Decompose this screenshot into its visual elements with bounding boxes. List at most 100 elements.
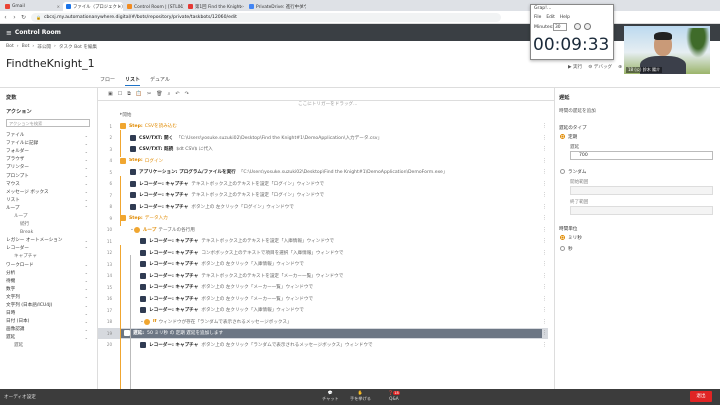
save-icon[interactable]: ▣ xyxy=(108,91,113,97)
action-group-item[interactable]: 画像認識 ⌄ xyxy=(6,325,92,333)
action-group-item[interactable]: ワークロード ⌄ xyxy=(6,261,92,269)
minutes-input[interactable]: 30 xyxy=(553,23,567,31)
cut-icon[interactable]: ✂ xyxy=(147,91,151,97)
action-group-item[interactable]: プロンプト ⌄ xyxy=(6,171,92,179)
action-row[interactable]: 17 レコーダー: キャプチャ ボタン上の 左クリック「入庫情報」ウィンドウで ⋮ xyxy=(98,305,548,317)
redo-icon[interactable]: ↷ xyxy=(185,91,189,97)
delay-input[interactable]: 700 xyxy=(570,151,713,160)
action-row[interactable]: 7 レコーダー: キャプチャ テキストボックス上のテキストを設定「ログイン」ウィンド… xyxy=(98,190,548,202)
action-group-item[interactable]: 分析 ⌄ xyxy=(6,269,92,277)
action-group-item[interactable]: ループ ⌃ xyxy=(6,204,92,212)
action-row[interactable]: 12 レコーダー: キャプチャ コンボボックス上のテキストで項目を選択「入庫情報」ウ… xyxy=(98,247,548,259)
action-group-item[interactable]: プリンター ⌄ xyxy=(6,163,92,171)
action-row[interactable]: 1 Step: CSVを読み込む ⋮ xyxy=(98,121,548,133)
delete-icon[interactable]: 🗑 xyxy=(156,91,162,97)
action-row[interactable]: 4 Step: ログイン ⋮ xyxy=(98,155,548,167)
action-row[interactable]: 15 レコーダー: キャプチャ ボタン上の 左クリック「メーカー一覧」ウィンドウで ⋮ xyxy=(98,282,548,294)
action-group-item[interactable]: マウス ⌄ xyxy=(6,180,92,188)
action-group-item[interactable]: 遅延 ⌄ xyxy=(6,333,92,341)
breadcrumb-item[interactable]: Bot xyxy=(6,44,14,50)
action-row[interactable]: 10 ⌄ ループ テーブルの各行用 ⋮ xyxy=(98,224,548,236)
action-group-item[interactable]: 待機 ⌄ xyxy=(6,277,92,285)
start-button[interactable] xyxy=(574,23,581,30)
paste-icon[interactable]: 📋 xyxy=(136,91,142,97)
more-options-icon[interactable]: ⋮ xyxy=(542,215,548,221)
action-row[interactable]: 8 レコーダー: キャプチャ ボタン上の 左クリック「ログイン」ウィンドウで ⋮ xyxy=(98,201,548,213)
browser-tab[interactable]: Gmail × xyxy=(2,2,62,11)
timer-menu-item[interactable]: File xyxy=(534,15,541,20)
action-group-item[interactable]: 数字 ⌄ xyxy=(6,285,92,293)
action-group-item[interactable]: リスト ⌄ xyxy=(6,196,92,204)
tab-0[interactable]: フロー xyxy=(100,76,115,86)
action-group-item[interactable]: レガシー オートメーション ⌄ xyxy=(6,236,92,244)
search-icon[interactable]: ⌕ xyxy=(168,91,171,97)
close-icon[interactable]: × xyxy=(57,4,60,9)
action-group-item[interactable]: メッセージ ボックス ⌄ xyxy=(6,188,92,196)
more-options-icon[interactable]: ⋮ xyxy=(542,158,548,164)
more-options-icon[interactable]: ⋮ xyxy=(542,307,548,313)
action-group-item[interactable]: 文字列 (日本語/ICU4J) ⌄ xyxy=(6,301,92,309)
action-row[interactable]: 19 遅延: 50 ミリ秒 の 定期 遅延を追加します ⋮ xyxy=(98,327,548,339)
trigger-drop-zone[interactable]: ここにトリガーをドラッグ... xyxy=(298,101,358,107)
radio-millis[interactable]: ミリ秒 xyxy=(560,235,582,241)
action-row[interactable]: 18 ⌄ If ウィンドウが存在「ランダムで表示されるメッセージボックス」 ⋮ xyxy=(98,316,548,328)
more-options-icon[interactable]: ⋮ xyxy=(542,146,548,152)
action-row[interactable]: 9 Step: データ入力 ⋮ xyxy=(98,213,548,225)
browser-tab[interactable]: PrivateDrive: 進行中ダウンロード× xyxy=(246,2,306,11)
more-options-icon[interactable]: ⋮ xyxy=(542,296,548,302)
tab-2[interactable]: デュアル xyxy=(150,76,170,86)
close-icon[interactable]: × xyxy=(240,4,243,9)
tab-1[interactable]: リスト xyxy=(125,76,141,86)
raise-hand-button[interactable]: ✋ 手を挙げる xyxy=(350,390,371,402)
timer-menu-item[interactable]: Edit xyxy=(546,15,555,20)
action-row[interactable]: 2 CSV/TXT: 開く 「C:\Users\yosuke.suzuki02\De… xyxy=(98,132,548,144)
action-row[interactable]: 5 アプリケーション: プログラム/ファイルを実行 「C:\Users\yosuke… xyxy=(98,167,548,179)
browser-tab[interactable]: ファイル（プロジェクト） × xyxy=(63,2,123,11)
action-group-item[interactable]: 続行 xyxy=(6,220,92,228)
more-options-icon[interactable]: ⋮ xyxy=(542,169,548,175)
more-options-icon[interactable]: ⋮ xyxy=(542,238,548,244)
close-icon[interactable]: × xyxy=(301,4,304,9)
copy-icon[interactable]: ⧉ xyxy=(127,91,131,97)
top-action-0[interactable]: ▶ 実行 xyxy=(568,64,582,70)
chat-button[interactable]: 💬 チャット xyxy=(322,390,339,402)
action-row[interactable]: 16 レコーダー: キャプチャ ボタン上の 左クリック「メーカー一覧」ウィンドウで ⋮ xyxy=(98,293,548,305)
action-row[interactable]: 6 レコーダー: キャプチャ テキストボックス上のテキストを設定「ログイン」ウィンド… xyxy=(98,178,548,190)
top-action-1[interactable]: ⚙ デバッグ xyxy=(588,64,612,70)
pause-button[interactable] xyxy=(584,23,591,30)
action-group-item[interactable]: フォルダー ⌄ xyxy=(6,147,92,155)
undo-icon[interactable]: ↶ xyxy=(175,91,179,97)
radio-seconds[interactable]: 秒 xyxy=(560,246,573,252)
leave-button[interactable]: 退出 xyxy=(690,391,712,402)
more-options-icon[interactable]: ⋮ xyxy=(542,123,548,129)
action-group-item[interactable]: Break xyxy=(6,228,92,236)
action-group-item[interactable]: 日時 ⌄ xyxy=(6,309,92,317)
url-field[interactable]: 🔒 cbcsj.my.automationanywhere.digital/#/… xyxy=(31,12,501,22)
action-group-item[interactable]: レコーダー ⌃ xyxy=(6,244,92,252)
more-options-icon[interactable]: ⋮ xyxy=(542,319,548,325)
more-options-icon[interactable]: ⋮ xyxy=(542,181,548,187)
more-options-icon[interactable]: ⋮ xyxy=(542,273,548,279)
start-range-input[interactable] xyxy=(570,186,713,195)
more-options-icon[interactable]: ⋮ xyxy=(542,204,548,210)
action-group-item[interactable]: ファイルに記録 ⌄ xyxy=(6,139,92,147)
reload-icon[interactable]: ↻ xyxy=(20,14,27,21)
radio-regular[interactable]: 定期 xyxy=(560,134,577,140)
action-group-item[interactable]: キャプチャ xyxy=(6,252,92,260)
action-group-item[interactable]: 文字列 ⌄ xyxy=(6,293,92,301)
more-options-icon[interactable]: ⋮ xyxy=(542,192,548,198)
more-options-icon[interactable]: ⋮ xyxy=(542,227,548,233)
select-icon[interactable]: ☐ xyxy=(118,91,122,97)
audio-settings[interactable]: オーディオ設定 xyxy=(4,394,36,400)
action-group-item[interactable]: ループ xyxy=(6,212,92,220)
browser-tab[interactable]: Control Room | [STL01] タスク...× xyxy=(124,2,184,11)
action-group-item[interactable]: ファイル ⌄ xyxy=(6,131,92,139)
action-row[interactable]: 13 レコーダー: キャプチャ ボタン上の 左クリック「入庫情報」ウィンドウで ⋮ xyxy=(98,259,548,271)
close-icon[interactable]: × xyxy=(118,4,121,9)
radio-random[interactable]: ランダム xyxy=(560,169,586,175)
qa-button[interactable]: ❓18 Q&A xyxy=(388,390,400,401)
breadcrumb-item[interactable]: 非公開 xyxy=(37,44,51,50)
action-row[interactable]: 14 レコーダー: キャプチャ テキストボックス上のテキストを設定「メーカー一覧」ウ… xyxy=(98,270,548,282)
action-search-input[interactable]: アクションを検索 xyxy=(6,119,90,127)
breadcrumb-item[interactable]: タスク Bot を編集 xyxy=(59,44,97,50)
